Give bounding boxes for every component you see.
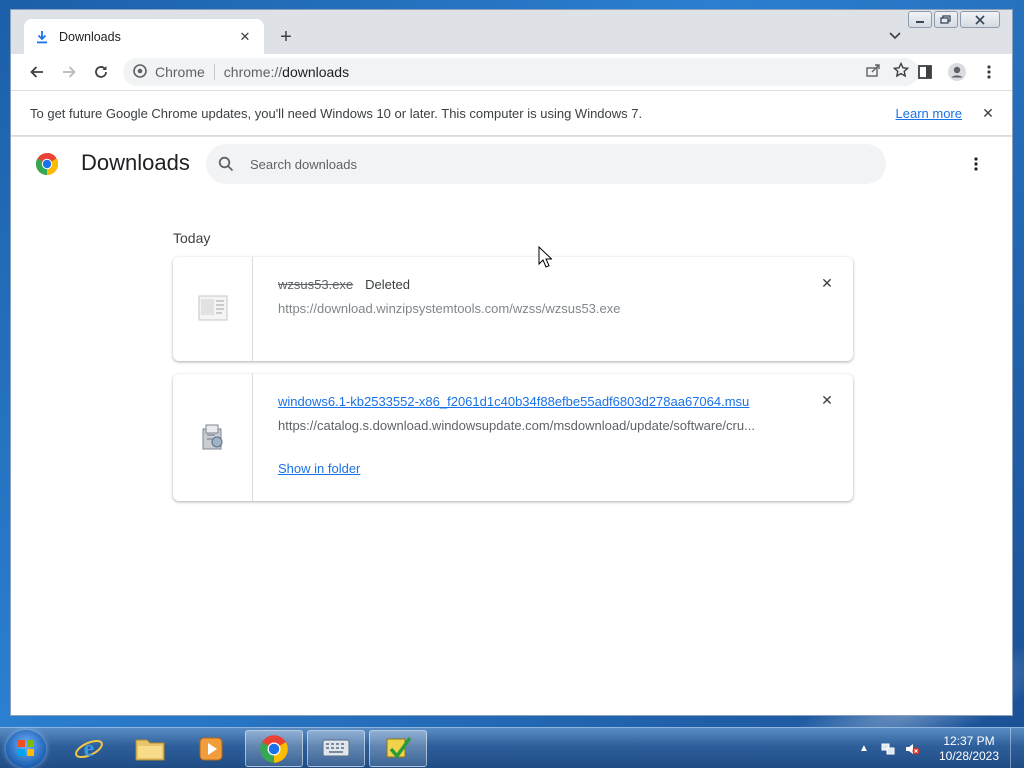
url-text: chrome://downloads	[223, 64, 350, 80]
system-tray: ▲ 12:37 PM 10/28/2023	[848, 728, 1024, 768]
show-in-folder-link[interactable]: Show in folder	[278, 461, 360, 476]
new-tab-button[interactable]: +	[275, 26, 297, 48]
chrome-site-icon	[133, 63, 147, 81]
search-icon	[218, 155, 236, 173]
restore-button[interactable]	[934, 11, 958, 28]
volume-muted-icon[interactable]	[904, 741, 920, 757]
omnibox-divider	[213, 64, 215, 80]
file-icon-column	[173, 257, 253, 361]
media-player-icon[interactable]	[182, 730, 240, 767]
file-name: wzsus53.exe	[278, 276, 354, 292]
site-label: Chrome	[155, 64, 205, 80]
checkmark-app-icon[interactable]	[369, 730, 427, 767]
minimize-button[interactable]	[908, 11, 932, 28]
remove-from-list-icon[interactable]: ✕	[819, 275, 835, 291]
date-group-label: Today	[173, 230, 211, 246]
keyboard-app-icon[interactable]	[307, 730, 365, 767]
address-bar[interactable]: Chrome chrome://downloads	[123, 58, 919, 86]
taskbar: e ▲ 12:37 PM 10/28/2023	[0, 727, 1024, 768]
chrome-taskbar-icon[interactable]	[245, 730, 303, 767]
tab-downloads[interactable]: Downloads ✕	[24, 19, 264, 54]
download-url: https://download.winzipsystemtools.com/w…	[278, 301, 621, 316]
start-button[interactable]	[6, 730, 46, 768]
more-actions-icon[interactable]	[966, 154, 986, 174]
show-hidden-icons-icon[interactable]: ▲	[856, 741, 872, 757]
tab-search-chevron-icon[interactable]	[885, 26, 905, 46]
download-icon	[34, 29, 50, 45]
back-arrow-icon[interactable]	[23, 58, 51, 86]
remove-from-list-icon[interactable]: ✕	[819, 392, 835, 408]
installer-package-icon	[199, 421, 227, 454]
page-title: Downloads	[81, 150, 190, 175]
tab-close-icon[interactable]: ✕	[236, 28, 254, 46]
mouse-cursor-icon	[538, 246, 552, 268]
side-panel-icon[interactable]	[911, 58, 939, 86]
bookmark-star-icon[interactable]	[892, 61, 910, 81]
file-name-link[interactable]: windows6.1-kb2533552-x86_f2061d1c40b34f8…	[278, 394, 749, 409]
file-icon	[198, 295, 228, 324]
close-window-button[interactable]	[960, 11, 1000, 28]
toolbar: Chrome chrome://downloads	[11, 54, 1012, 90]
tab-title: Downloads	[59, 29, 121, 44]
windows-explorer-icon[interactable]	[121, 730, 179, 767]
infobar-close-icon[interactable]: ✕	[980, 105, 996, 121]
search-input[interactable]	[250, 156, 850, 172]
system-clock[interactable]: 12:37 PM 10/28/2023	[934, 734, 1004, 764]
omnibox-actions	[865, 61, 910, 81]
show-desktop-button[interactable]	[1010, 728, 1024, 768]
learn-more-link[interactable]: Learn more	[896, 106, 962, 121]
download-url: https://catalog.s.download.windowsupdate…	[278, 418, 755, 433]
downloads-header: Downloads	[11, 137, 1012, 193]
svg-text:e: e	[84, 736, 95, 762]
profile-avatar-icon[interactable]	[943, 58, 971, 86]
network-icon[interactable]	[880, 741, 896, 757]
download-info: windows6.1-kb2533552-x86_f2061d1c40b34f8…	[278, 392, 793, 477]
share-icon[interactable]	[865, 62, 881, 81]
clock-date: 10/28/2023	[938, 748, 1000, 763]
downloads-page: Downloads Today wzsus53.exe De	[11, 137, 1012, 715]
search-box[interactable]	[206, 144, 886, 184]
clock-time: 12:37 PM	[943, 733, 995, 748]
chrome-menu-icon[interactable]	[975, 58, 1003, 86]
update-infobar: To get future Google Chrome updates, you…	[11, 90, 1012, 136]
file-icon-column	[173, 374, 253, 501]
download-item: wzsus53.exe Deleted https://download.win…	[173, 257, 853, 361]
download-item: windows6.1-kb2533552-x86_f2061d1c40b34f8…	[173, 374, 853, 501]
infobar-message: To get future Google Chrome updates, you…	[30, 105, 643, 121]
download-info: wzsus53.exe Deleted https://download.win…	[278, 275, 793, 317]
title-bar: Downloads ✕ +	[11, 10, 1012, 54]
chrome-logo-icon	[35, 152, 59, 176]
reload-icon[interactable]	[87, 58, 115, 86]
browser-window: Downloads ✕ + Chrome chrome://downloads …	[10, 9, 1013, 716]
window-controls	[908, 11, 1000, 28]
forward-arrow-icon[interactable]	[55, 58, 83, 86]
download-status: Deleted	[365, 276, 410, 292]
internet-explorer-icon[interactable]: e	[60, 730, 118, 767]
